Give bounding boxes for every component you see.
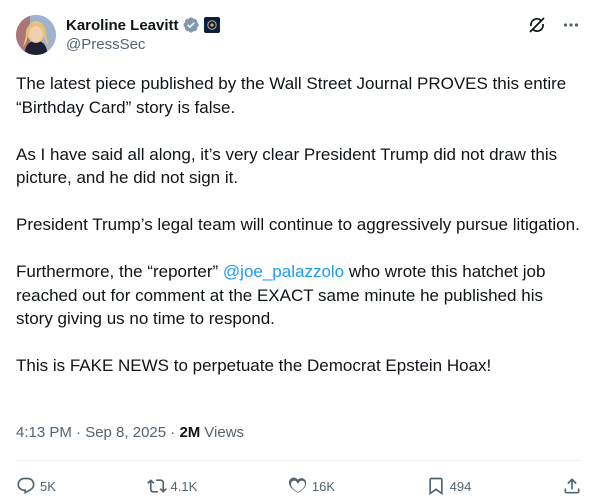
grok-icon[interactable] <box>526 14 548 36</box>
bookmark-icon <box>426 476 446 496</box>
reply-button[interactable]: 5K <box>16 476 56 496</box>
tweet-timestamp[interactable]: 4:13 PM · Sep 8, 2025 · <box>16 424 179 441</box>
repost-count: 4.1K <box>170 478 198 494</box>
tweet-top-actions <box>526 14 582 36</box>
tweet-card: Karoline Leavitt @PressSec The latest pi… <box>0 0 598 504</box>
reply-count: 5K <box>40 478 56 494</box>
like-button[interactable]: 16K <box>288 476 335 496</box>
tweet-actions: 5K 4.1K 16K 494 <box>16 472 582 500</box>
mention-link[interactable]: @joe_palazzolo <box>223 262 344 281</box>
tweet-paragraph: As I have said all along, it’s very clea… <box>16 144 558 188</box>
tweet-paragraph: The latest piece published by the Wall S… <box>16 74 567 117</box>
government-affiliation-icon[interactable] <box>203 17 220 33</box>
tweet-text: The latest piece published by the Wall S… <box>16 72 582 401</box>
heart-icon <box>288 476 308 496</box>
divider <box>16 460 582 461</box>
more-options-icon[interactable] <box>560 14 582 36</box>
author-name-line: Karoline Leavitt <box>66 15 220 35</box>
author-display-name[interactable]: Karoline Leavitt <box>66 17 179 34</box>
tweet-text-segment: Furthermore, the “reporter” <box>16 262 223 281</box>
tweet-paragraph: Furthermore, the “reporter” @joe_palazzo… <box>16 260 582 331</box>
views-label: Views <box>204 424 245 441</box>
tweet-paragraph: President Trump’s legal team will contin… <box>16 215 580 234</box>
avatar[interactable] <box>16 15 56 55</box>
repost-icon <box>146 476 167 496</box>
bookmark-count: 494 <box>449 478 472 494</box>
author-handle[interactable]: @PressSec <box>66 36 145 53</box>
share-icon <box>562 476 582 496</box>
repost-button[interactable]: 4.1K <box>146 476 198 496</box>
tweet-paragraph: This is FAKE NEWS to perpetuate the Demo… <box>16 356 492 375</box>
like-count: 16K <box>311 478 336 494</box>
share-button[interactable] <box>562 476 582 496</box>
tweet-meta: 4:13 PM · Sep 8, 2025 · 2M Views <box>16 424 244 441</box>
verified-badge-icon[interactable] <box>182 16 200 34</box>
bookmark-button[interactable]: 494 <box>426 476 472 496</box>
reply-icon <box>16 476 36 496</box>
views-count: 2M <box>179 424 201 441</box>
